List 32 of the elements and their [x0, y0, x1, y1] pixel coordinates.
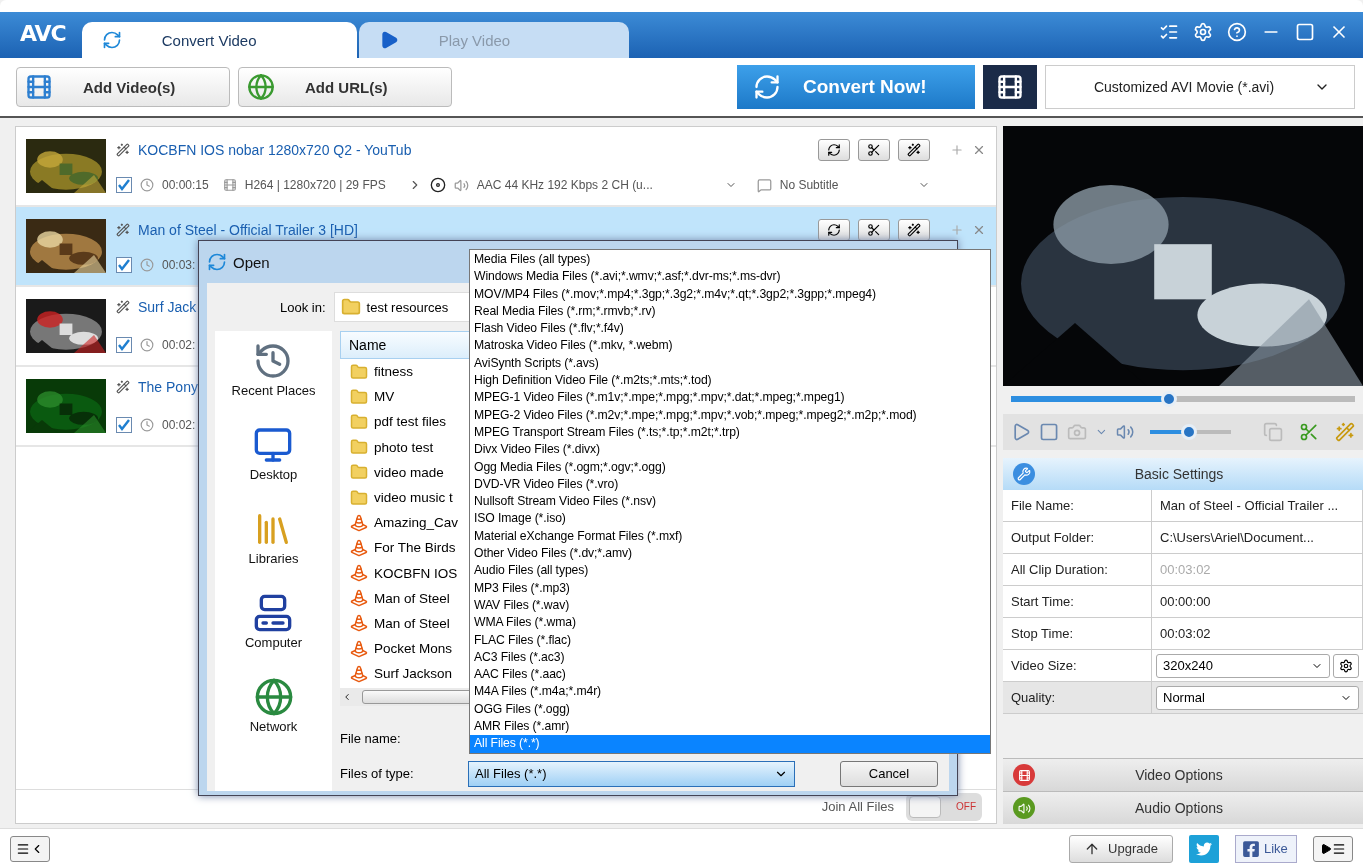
- setting-value: C:\Users\Ariel\Document...: [1152, 522, 1363, 553]
- setting-label: All Clip Duration:: [1003, 554, 1152, 585]
- join-label: Join All Files: [821, 799, 894, 814]
- setting-value: Man of Steel - Official Trailer ...: [1152, 490, 1363, 521]
- audio-track: AAC 44 KHz 192 Kbps 2 CH (u...: [476, 178, 654, 192]
- settings-title: Basic Settings: [1133, 466, 1225, 482]
- video-title: The Pony: [138, 379, 198, 395]
- setting-value: 00:00:00: [1152, 586, 1363, 617]
- app-logo: AVC: [19, 21, 67, 48]
- video-title: KOCBFN IOS nobar 1280x720 Q2 - YouTub: [138, 142, 412, 158]
- duration: 00:02:: [162, 418, 196, 432]
- setting-label: Stop Time:: [1003, 618, 1152, 649]
- setting-value: 00:03:02: [1152, 618, 1363, 649]
- setting-value: 00:03:02: [1152, 554, 1363, 585]
- duration: 00:00:15: [162, 178, 209, 192]
- setting-label: File Name:: [1003, 490, 1152, 521]
- setting-label: Output Folder:: [1003, 522, 1152, 553]
- duration: 00:02:: [162, 338, 196, 352]
- setting-label: Start Time:: [1003, 586, 1152, 617]
- file-type-label: Files of type:: [340, 766, 415, 781]
- video-title: Man of Steel - Official Trailer 3 [HD]: [138, 222, 358, 238]
- section-title: Video Options: [1134, 767, 1224, 783]
- video-title: Surf Jack: [138, 299, 197, 315]
- section-title: Audio Options: [1134, 800, 1224, 816]
- setting-label: Quality:: [1003, 682, 1152, 713]
- video-info: H264 | 1280x720 | 29 FPS: [244, 178, 386, 192]
- duration: 00:03:: [162, 258, 196, 272]
- dialog-title: Open: [233, 253, 270, 271]
- subtitle-track: No Subtitle: [779, 178, 840, 192]
- setting-label: Video Size:: [1003, 650, 1152, 681]
- file-name-label: File name:: [340, 731, 402, 746]
- look-in-label: Look in:: [280, 299, 326, 315]
